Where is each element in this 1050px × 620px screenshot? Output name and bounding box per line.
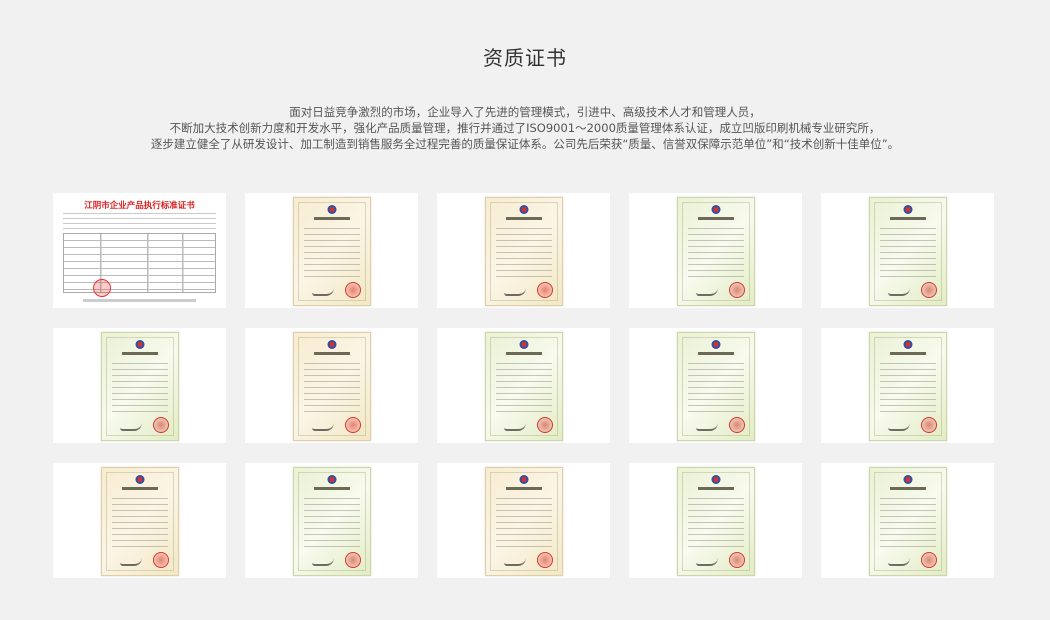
certificate-image <box>292 197 371 306</box>
emblem-icon <box>135 340 144 349</box>
section-title: 资质证书 <box>483 46 567 70</box>
certificate-body-text <box>687 498 744 548</box>
certificate-body-text <box>495 228 552 278</box>
certificate-heading <box>505 487 542 490</box>
certificate-heading <box>313 217 350 220</box>
seal-icon <box>344 552 361 568</box>
seal-icon <box>536 282 553 298</box>
certificate-image <box>676 197 755 306</box>
certificate-title: 江阴市企业产品执行标准证书 <box>84 201 195 211</box>
intro-line: 逐步建立健全了从研发设计、加工制造到销售服务全过程完善的质量保证体系。公司先后荣… <box>150 137 900 151</box>
certificate-image <box>484 332 563 441</box>
certificate-body-text <box>687 363 744 413</box>
emblem-icon <box>711 475 720 484</box>
certificate-heading <box>889 487 926 490</box>
intro-line: 不断加大技术创新力度和开发水平，强化产品质量管理，推行并通过了ISO9001～2… <box>169 121 881 135</box>
certificate-thumbnail[interactable] <box>245 193 418 308</box>
certificate-image: 江阴市企业产品执行标准证书 <box>53 193 226 308</box>
certificate-thumbnail[interactable] <box>53 328 226 443</box>
certificate-thumbnail[interactable] <box>437 328 610 443</box>
emblem-icon <box>327 205 336 214</box>
seal-icon <box>728 552 745 568</box>
emblem-icon <box>711 205 720 214</box>
certificate-image <box>868 197 947 306</box>
seal-icon <box>920 552 937 568</box>
emblem-icon <box>135 475 144 484</box>
certificate-image <box>484 197 563 306</box>
certificate-heading <box>505 217 542 220</box>
certificate-image <box>100 467 179 576</box>
certificate-body-text <box>879 363 936 413</box>
certificate-thumbnail[interactable] <box>629 463 802 578</box>
certificate-table <box>63 233 216 293</box>
intro-text: 面对日益竞争激烈的市场，企业导入了先进的管理模式，引进中、高级技术人才和管理人员… <box>100 104 950 152</box>
seal-icon <box>728 417 745 433</box>
certificate-thumbnail[interactable] <box>821 328 994 443</box>
certificate-body-text <box>687 228 744 278</box>
certificate-heading <box>505 352 542 355</box>
emblem-icon <box>903 475 912 484</box>
certificate-image <box>676 332 755 441</box>
certificate-body-text <box>303 363 360 413</box>
emblem-icon <box>327 475 336 484</box>
certificate-thumbnail[interactable] <box>53 463 226 578</box>
certificate-thumbnail[interactable] <box>821 463 994 578</box>
emblem-icon <box>519 340 528 349</box>
certificate-thumbnail[interactable] <box>245 328 418 443</box>
certificate-thumbnail[interactable] <box>245 463 418 578</box>
certificate-image <box>676 467 755 576</box>
certificate-meta <box>63 213 216 231</box>
certificate-image <box>868 467 947 576</box>
certificate-body-text <box>879 498 936 548</box>
certificate-heading <box>889 352 926 355</box>
certificate-heading <box>697 217 734 220</box>
emblem-icon <box>519 475 528 484</box>
certificate-footer <box>83 299 196 302</box>
intro-line: 面对日益竞争激烈的市场，企业导入了先进的管理模式，引进中、高级技术人才和管理人员… <box>289 105 761 119</box>
certificate-heading <box>121 352 158 355</box>
qualification-section: 资质证书 面对日益竞争激烈的市场，企业导入了先进的管理模式，引进中、高级技术人才… <box>0 0 1050 620</box>
certificate-heading <box>697 487 734 490</box>
certificate-thumbnail[interactable] <box>437 193 610 308</box>
certificate-heading <box>121 487 158 490</box>
seal-icon <box>152 417 169 433</box>
certificate-body-text <box>111 363 168 413</box>
certificate-thumbnail[interactable] <box>629 193 802 308</box>
certificate-heading <box>889 217 926 220</box>
certificate-heading <box>697 352 734 355</box>
certificate-image <box>292 332 371 441</box>
certificate-thumbnail[interactable] <box>821 193 994 308</box>
seal-icon <box>728 282 745 298</box>
seal-icon <box>344 282 361 298</box>
certificate-body-text <box>303 228 360 278</box>
seal-icon <box>93 279 111 297</box>
certificate-image <box>100 332 179 441</box>
emblem-icon <box>903 205 912 214</box>
emblem-icon <box>711 340 720 349</box>
emblem-icon <box>903 340 912 349</box>
seal-icon <box>920 282 937 298</box>
certificate-body-text <box>303 498 360 548</box>
seal-icon <box>152 552 169 568</box>
certificate-body-text <box>495 498 552 548</box>
certificate-thumbnail[interactable] <box>437 463 610 578</box>
emblem-icon <box>519 205 528 214</box>
certificate-thumbnail[interactable]: 江阴市企业产品执行标准证书 <box>53 193 226 308</box>
certificate-image <box>868 332 947 441</box>
seal-icon <box>536 552 553 568</box>
certificate-body-text <box>879 228 936 278</box>
certificate-thumbnail[interactable] <box>629 328 802 443</box>
certificate-image <box>292 467 371 576</box>
emblem-icon <box>327 340 336 349</box>
certificate-body-text <box>111 498 168 548</box>
seal-icon <box>536 417 553 433</box>
seal-icon <box>344 417 361 433</box>
certificate-heading <box>313 352 350 355</box>
seal-icon <box>920 417 937 433</box>
certificate-heading <box>313 487 350 490</box>
certificate-body-text <box>495 363 552 413</box>
certificate-image <box>484 467 563 576</box>
